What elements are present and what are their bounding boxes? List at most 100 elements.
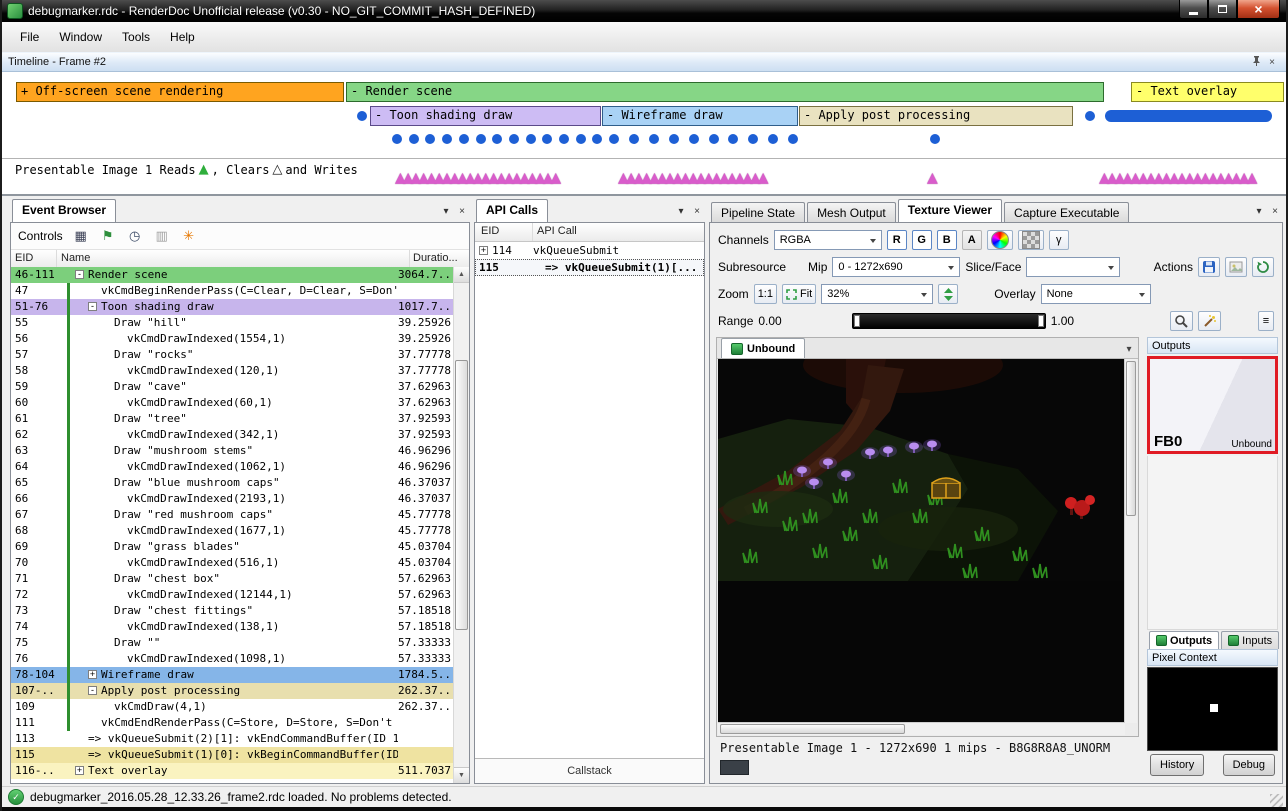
tree-expander[interactable]: + [479,246,488,255]
event-row[interactable]: 73Draw "chest fittings"57.18518 [11,603,454,619]
close-button[interactable]: × [1237,0,1280,19]
event-row[interactable]: 58vkCmdDrawIndexed(120,1)37.77778 [11,363,454,379]
scrollbar-thumb[interactable] [455,360,468,630]
callstack-section[interactable]: Callstack [475,758,704,783]
event-row[interactable]: 68vkCmdDrawIndexed(1677,1)45.77778 [11,523,454,539]
event-row[interactable]: 63Draw "mushroom stems"46.96296 [11,443,454,459]
tab-pipeline-state[interactable]: Pipeline State [711,202,805,223]
column-eid[interactable]: EID [475,223,533,241]
column-eid[interactable]: EID [11,250,57,268]
draw-call-dot[interactable] [442,134,452,144]
tab-mesh-output[interactable]: Mesh Output [807,202,896,223]
fit-button[interactable]: Fit [782,284,816,304]
debug-button[interactable]: Debug [1223,754,1275,776]
event-row[interactable]: 66vkCmdDrawIndexed(2193,1)46.37037 [11,491,454,507]
event-row[interactable]: 60vkCmdDrawIndexed(60,1)37.62963 [11,395,454,411]
blue-channel-button[interactable]: B [937,230,957,250]
event-row[interactable]: 70vkCmdDrawIndexed(516,1)45.03704 [11,555,454,571]
tree-expander[interactable]: - [75,270,84,279]
fb0-thumbnail[interactable]: FB0 Unbound [1147,356,1278,454]
range-slider[interactable] [852,313,1046,329]
draw-call-dot[interactable] [526,134,536,144]
draw-call-dot[interactable] [1085,111,1095,121]
draw-call-dot[interactable] [669,134,679,144]
menu-window[interactable]: Window [49,25,112,49]
pixel-pick-button[interactable] [1170,311,1193,331]
timeline-marker-bar[interactable]: - Text overlay [1131,82,1284,102]
tab-outputs[interactable]: Outputs [1149,631,1219,649]
menu-help[interactable]: Help [160,25,205,49]
range-options-button[interactable]: ≡ [1258,311,1274,331]
panel-menu-icon[interactable]: ▾ [673,204,689,218]
scroll-down-icon[interactable]: ▼ [454,767,469,783]
panel-menu-icon[interactable]: ▾ [1251,204,1267,218]
panel-menu-icon[interactable]: ▾ [438,204,454,218]
event-browser-scrollbar[interactable]: ▲ ▼ [453,267,469,783]
tab-inputs[interactable]: Inputs [1221,631,1279,649]
draw-call-dot[interactable] [542,134,552,144]
column-name[interactable]: Name [57,250,410,268]
zoom-1-1-button[interactable]: 1:1 [754,284,777,304]
event-row[interactable]: 47vkCmdBeginRenderPass(C=Clear, D=Clear,… [11,283,454,299]
timeline-canvas[interactable]: Presentable Image 1 Reads ▲ , Clears △ a… [2,72,1286,196]
resize-grip[interactable] [1270,794,1283,807]
draw-call-dot[interactable] [425,134,435,144]
event-row[interactable]: 46-111-Render scene3064.7... [11,267,454,283]
draw-call-dot[interactable] [509,134,519,144]
event-row[interactable]: 113=> vkQueueSubmit(2)[1]: vkEndCommandB… [11,731,454,747]
tree-expander[interactable]: - [88,686,97,695]
event-row[interactable]: 109vkCmdDraw(4,1)262.37... [11,699,454,715]
draw-call-dot[interactable] [629,134,639,144]
menu-file[interactable]: File [10,25,49,49]
overlay-dropdown[interactable]: None [1041,284,1151,304]
mip-dropdown[interactable]: 0 - 1272x690 [832,257,960,277]
timeline-close-icon[interactable]: × [1264,57,1280,68]
panel-close-icon[interactable]: × [1267,204,1283,218]
tab-event-browser[interactable]: Event Browser [12,199,116,222]
column-duration[interactable]: Duratio... [410,250,469,268]
green-channel-button[interactable]: G [912,230,932,250]
history-button[interactable]: History [1150,754,1204,776]
column-api-call[interactable]: API Call [533,223,704,241]
texture-horizontal-scrollbar[interactable] [718,722,1125,735]
texture-list-dropdown-icon[interactable]: ▾ [1120,340,1138,358]
scrollbar-thumb[interactable] [1126,361,1136,516]
event-row[interactable]: 75Draw ""57.33333 [11,635,454,651]
event-row[interactable]: 111vkCmdEndRenderPass(C=Store, D=Store, … [11,715,454,731]
range-white-handle[interactable] [1038,315,1044,327]
api-call-row[interactable]: 115=> vkQueueSubmit(1)[... [475,259,704,276]
timeline-titlebar[interactable]: Timeline - Frame #2 × [2,52,1286,72]
timeline-marker-bar[interactable]: - Wireframe draw [602,106,798,126]
event-row[interactable]: 55Draw "hill"39.25926 [11,315,454,331]
flip-y-button[interactable] [938,284,958,304]
red-channel-button[interactable]: R [887,230,907,250]
scrollbar-thumb[interactable] [720,724,905,734]
draw-call-dot[interactable] [788,134,798,144]
texture-vertical-scrollbar[interactable] [1124,359,1137,723]
title-bar[interactable]: debugmarker.rdc - RenderDoc Unofficial r… [2,0,1286,22]
alpha-background-button[interactable] [1018,230,1044,250]
draw-call-dot[interactable] [409,134,419,144]
event-row[interactable]: 65Draw "blue mushroom caps"46.37037 [11,475,454,491]
tree-expander[interactable]: + [88,670,97,679]
timeline-marker-bar[interactable]: - Render scene [346,82,1104,102]
timeline-marker-bar[interactable]: + Off-screen scene rendering [16,82,344,102]
event-row[interactable]: 64vkCmdDrawIndexed(1062,1)46.96296 [11,459,454,475]
draw-call-dot[interactable] [768,134,778,144]
event-row[interactable]: 69Draw "grass blades"45.03704 [11,539,454,555]
event-row[interactable]: 67Draw "red mushroom caps"45.77778 [11,507,454,523]
tree-expander[interactable]: - [88,302,97,311]
auto-fit-button[interactable] [1198,311,1221,331]
tab-current-texture[interactable]: Unbound [721,338,805,358]
minimize-button[interactable] [1179,0,1208,19]
pin-icon[interactable] [1248,55,1264,69]
draw-call-dot[interactable] [476,134,486,144]
find-event-icon[interactable]: ▦ [72,229,90,244]
maximize-button[interactable] [1208,0,1237,19]
draw-call-dot[interactable] [649,134,659,144]
event-row[interactable]: 51-76-Toon shading draw1017.7... [11,299,454,315]
time-durations-icon[interactable]: ◷ [126,229,144,244]
custom-display-button[interactable] [987,230,1013,250]
timeline-marker-bar[interactable]: - Toon shading draw [370,106,601,126]
event-row[interactable]: 72vkCmdDrawIndexed(12144,1)57.62963 [11,587,454,603]
